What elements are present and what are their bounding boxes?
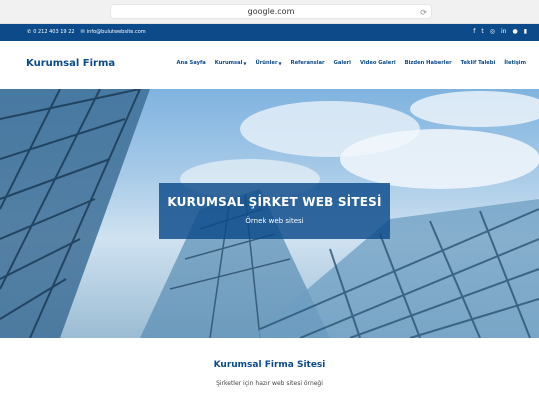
hero-title: KURUMSAL ŞİRKET WEB SİTESİ — [167, 195, 382, 209]
hero-caption-box: KURUMSAL ŞİRKET WEB SİTESİ Örnek web sit… — [159, 183, 390, 239]
menu-item-label: Ana Sayfa — [176, 60, 206, 66]
menu-item-urunler[interactable]: Ürünler ▼ — [256, 60, 282, 66]
menu-item-referanslar[interactable]: Referanslar — [291, 60, 325, 66]
envelope-icon: ✉ — [80, 29, 85, 35]
facebook-icon[interactable]: f — [473, 28, 475, 35]
url-text: google.com — [247, 7, 295, 16]
menu-item-ana-sayfa[interactable]: Ana Sayfa — [177, 60, 206, 66]
menu-item-galeri[interactable]: Galeri — [334, 60, 351, 66]
email-text: info@bulutwebsite.com — [86, 29, 146, 35]
hero-subtitle: Örnek web sitesi — [245, 217, 304, 225]
pinterest-icon[interactable]: ● — [512, 28, 517, 35]
menu-item-label: Video Galeri — [359, 60, 396, 66]
phone-text: 0 212 403 19 22 — [33, 29, 75, 35]
menu-item-label: Kurumsal — [214, 60, 243, 66]
instagram-icon[interactable]: ◎ — [490, 28, 495, 35]
top-contact-bar: ✆ 0 212 403 19 22 ✉ info@bulutwebsite.co… — [0, 24, 539, 41]
phone-icon: ✆ — [27, 29, 32, 35]
menu-item-label: Bizden Haberler — [404, 60, 452, 66]
main-menu: Ana Sayfa Kurumsal ▼ Ürünler ▼ Referanslar… — [177, 60, 526, 66]
menu-item-teklif-talebi[interactable]: Teklif Talebi — [461, 60, 496, 66]
contact-info: ✆ 0 212 403 19 22 ✉ info@bulutwebsite.co… — [27, 29, 146, 35]
email-item[interactable]: ✉ info@bulutwebsite.com — [81, 29, 146, 35]
menu-item-kurumsal[interactable]: Kurumsal ▼ — [215, 60, 247, 66]
site-logo[interactable]: Kurumsal Firma — [26, 58, 115, 69]
browser-toolbar: google.com ⟳ — [0, 0, 539, 24]
menu-item-iletisim[interactable]: İletişim — [504, 60, 526, 66]
youtube-icon[interactable]: ▮ — [524, 28, 527, 35]
intro-title: Kurumsal Firma Sitesi — [213, 360, 326, 370]
social-links: f t ◎ in ● ▮ — [473, 28, 527, 35]
menu-item-label: Ürünler — [255, 60, 278, 66]
chevron-down-icon: ▼ — [243, 60, 247, 66]
menu-item-label: Galeri — [333, 60, 351, 66]
main-navbar: Kurumsal Firma Ana Sayfa Kurumsal ▼ Ürünl… — [0, 41, 539, 89]
intro-subtitle: Şirketler için hazır web sitesi örneği — [216, 380, 323, 387]
address-bar[interactable]: google.com ⟳ — [110, 4, 432, 19]
menu-item-bizden-haberler[interactable]: Bizden Haberler — [405, 60, 452, 66]
chevron-down-icon: ▼ — [278, 60, 282, 66]
menu-item-video-galeri[interactable]: Video Galeri — [360, 60, 396, 66]
linkedin-icon[interactable]: in — [501, 28, 506, 35]
phone-item[interactable]: ✆ 0 212 403 19 22 — [27, 29, 75, 35]
reload-icon[interactable]: ⟳ — [420, 6, 427, 20]
hero-banner: KURUMSAL ŞİRKET WEB SİTESİ Örnek web sit… — [0, 89, 539, 338]
twitter-icon[interactable]: t — [481, 28, 483, 35]
menu-item-label: İletişim — [504, 60, 526, 66]
menu-item-label: Referanslar — [290, 60, 325, 66]
intro-section: Kurumsal Firma Sitesi Şirketler için haz… — [0, 338, 539, 401]
menu-item-label: Teklif Talebi — [460, 60, 496, 66]
